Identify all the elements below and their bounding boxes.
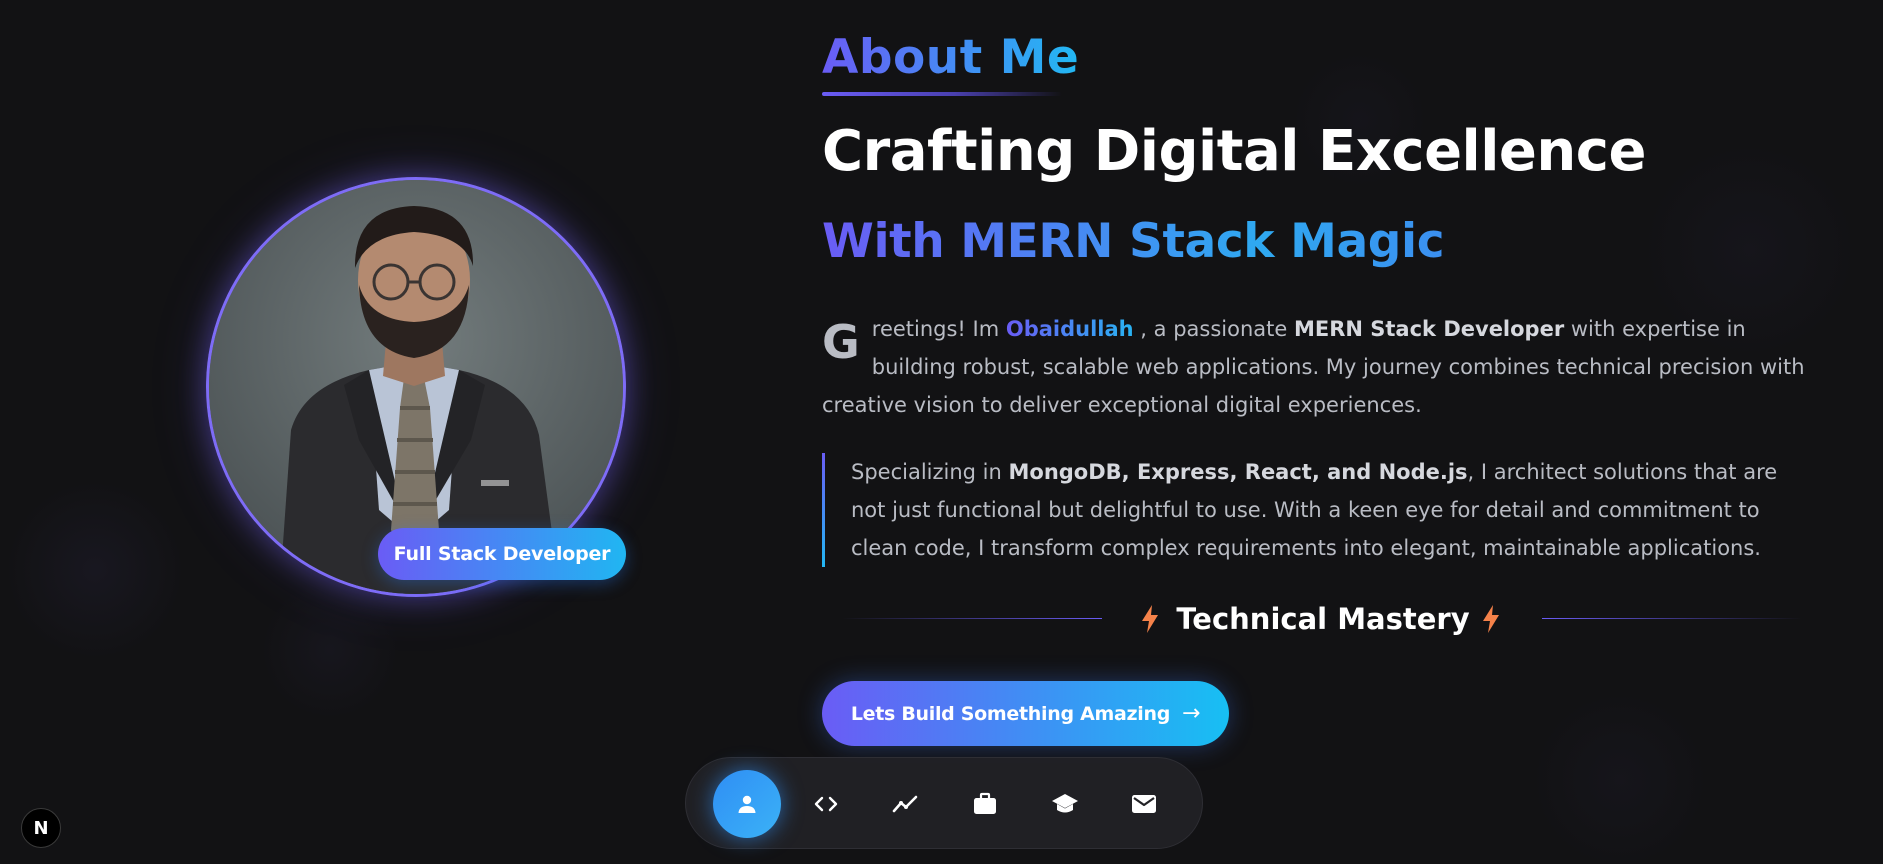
specialization-quote: Specializing in MongoDB, Express, React,… [822, 453, 1807, 567]
mail-icon [1132, 795, 1156, 813]
nav-projects[interactable] [951, 770, 1019, 838]
nextjs-badge[interactable]: N [21, 808, 61, 848]
developer-name: Obaidullah [1005, 317, 1134, 341]
drop-cap: G [822, 315, 860, 369]
nav-skills[interactable] [792, 770, 860, 838]
code-icon [814, 796, 838, 812]
nav-about[interactable] [713, 770, 781, 838]
user-icon [738, 795, 756, 813]
nav-contact[interactable] [1110, 770, 1178, 838]
briefcase-icon [974, 792, 996, 814]
cta-label: Lets Build Something Amazing [850, 702, 1170, 725]
subheadline: With MERN Stack Magic [822, 210, 1445, 274]
nav-education[interactable] [1031, 770, 1099, 838]
divider-line [1542, 618, 1802, 619]
cta-button[interactable]: Lets Build Something Amazing → [822, 681, 1229, 746]
nav-experience[interactable] [872, 770, 940, 838]
intro-paragraph: Greetings! Im Obaidullah , a passionate … [822, 310, 1812, 424]
section-title-underline [822, 92, 1062, 96]
intro-text-part: reetings! Im [871, 317, 1006, 341]
bottom-nav-dock [685, 757, 1203, 849]
chart-line-icon [892, 795, 918, 813]
role-badge: Full Stack Developer [378, 528, 626, 580]
tech-stack: MongoDB, Express, React, and Node.js [1008, 460, 1468, 484]
section-title: About Me [822, 28, 1079, 88]
about-page: Full Stack Developer About Me Crafting D… [0, 0, 1883, 864]
headline: Crafting Digital Excellence [822, 119, 1646, 184]
arrow-right-icon: → [1182, 701, 1201, 726]
graduation-cap-icon [1052, 794, 1078, 813]
lightning-icon [1483, 605, 1499, 633]
mastery-title: Technical Mastery [1176, 602, 1470, 636]
technical-mastery-heading: Technical Mastery [842, 595, 1802, 643]
divider-line [842, 618, 1102, 619]
lightning-icon [1142, 605, 1158, 633]
quote-text-part: Specializing in [851, 460, 1009, 484]
intro-text-part: , a passionate [1133, 317, 1294, 341]
developer-role: MERN Stack Developer [1293, 317, 1565, 341]
